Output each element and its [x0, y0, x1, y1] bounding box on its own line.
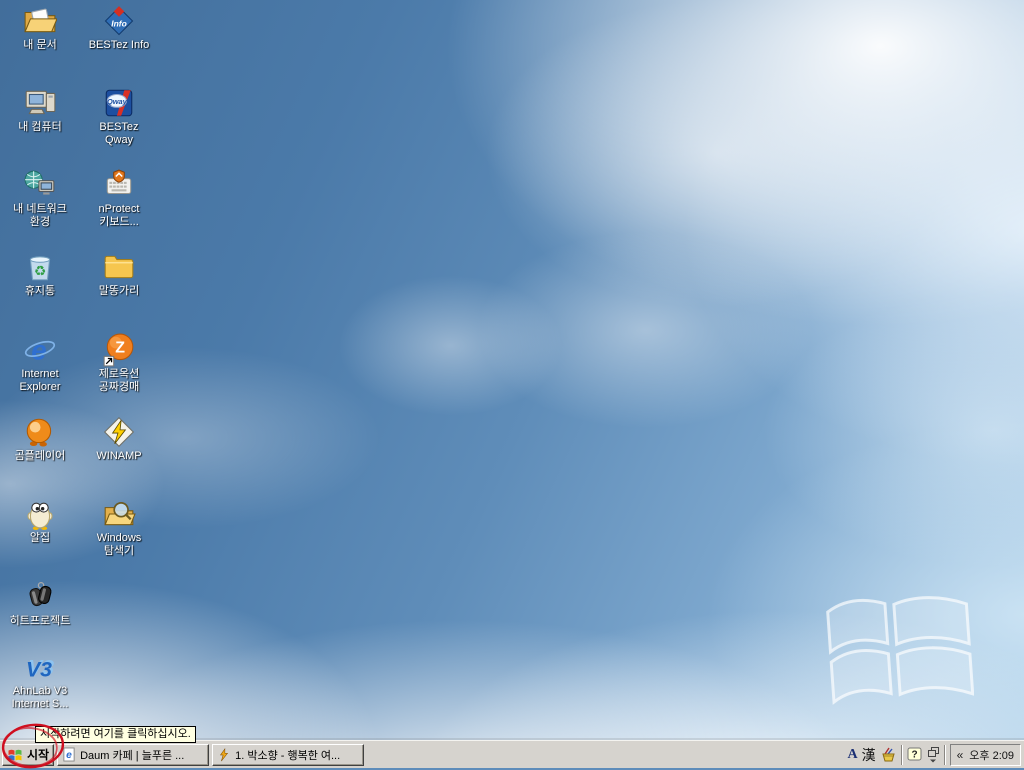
desktop-icon-label: Internet Explorer — [19, 368, 61, 393]
folder-icon — [102, 250, 136, 284]
desktop-icon-windows-explorer[interactable]: Windows 탐색기 — [81, 497, 157, 558]
desktop-icon-recycle-bin[interactable]: ♻ 휴지통 — [2, 250, 78, 298]
desktop-icon-label: nProtect 키보드... — [98, 203, 140, 228]
desktop-icon-my-computer[interactable]: 내 컴퓨터 — [2, 86, 78, 134]
desktop-icon-my-documents[interactable]: 내 문서 — [2, 4, 78, 52]
desktop-icon-gom-player[interactable]: 곰플레이어 — [2, 415, 78, 463]
hit-project-icon — [23, 580, 57, 614]
svg-text:Qway: Qway — [107, 97, 128, 106]
system-tray: A 漢 ? « 오후 2:09 — [847, 743, 1022, 767]
taskbar-button-label: 1. 박소향 - 행복한 여... — [235, 749, 341, 762]
desktop-icon-label: AhnLab V3 Internet S... — [11, 685, 69, 710]
desktop-icon-label: 말똥가리 — [98, 285, 140, 297]
recycle-bin-icon: ♻ — [23, 250, 57, 284]
desktop-icon-ahnlab-v3[interactable]: V3 V3 AhnLab V3 Internet S... — [2, 650, 78, 711]
winamp-icon — [102, 415, 136, 449]
bestez-info-icon: Info — [102, 4, 136, 38]
my-documents-icon — [23, 4, 57, 38]
desktop-icon-bestez-info[interactable]: Info BESTez Info — [81, 4, 157, 52]
svg-text:e: e — [66, 750, 72, 761]
bestez-qway-icon: Qway — [102, 86, 136, 120]
tray-divider — [943, 744, 946, 765]
svg-text:?: ? — [911, 750, 917, 761]
zero-auction-icon: Z — [102, 333, 136, 367]
desktop-icon-label: 내 네트워크 환경 — [13, 203, 67, 228]
taskbar-button-daum-cafe[interactable]: e Daum 카페 | 늘푸른 ... — [57, 743, 210, 766]
svg-text:Info: Info — [111, 18, 127, 28]
desktop-icon-label: 히트프로젝트 — [9, 615, 71, 627]
desktop-icon-label: 휴지통 — [24, 285, 56, 297]
my-network-icon — [23, 168, 57, 202]
desktop-icon-label: 제로옥션 공짜경매 — [98, 368, 140, 393]
tray-clock-area: « 오후 2:09 — [949, 743, 1021, 766]
taskbar-button-label: Daum 카페 | 늘푸른 ... — [80, 749, 185, 762]
clock[interactable]: 오후 2:09 — [969, 747, 1014, 763]
desktop-icon-internet-explorer[interactable]: e Internet Explorer — [2, 333, 78, 394]
desktop-icon-label: BESTez Qway — [99, 121, 139, 146]
nprotect-keyboard-icon — [102, 168, 136, 202]
winamp-small-icon — [220, 747, 229, 761]
internet-explorer-icon: e — [23, 333, 57, 367]
svg-text:♻: ♻ — [34, 263, 46, 279]
svg-text:e: e — [31, 335, 46, 366]
desktop-icon-zero-auction[interactable]: Z 제로옥션 공짜경매 — [81, 333, 157, 394]
svg-text:V3: V3 — [26, 658, 52, 682]
ahnlab-v3-icon: V3 V3 — [23, 650, 57, 684]
desktop-icon-my-network[interactable]: 내 네트워크 환경 — [2, 168, 78, 229]
taskbar-button-winamp-track[interactable]: 1. 박소향 - 행복한 여... — [212, 743, 365, 766]
desktop-icon-label: 내 문서 — [23, 39, 57, 51]
desktop-icon-label: 알집 — [29, 532, 51, 544]
svg-text:Z: Z — [115, 340, 125, 357]
alzip-icon — [23, 497, 57, 531]
desktop-icon-label: 곰플레이어 — [14, 450, 66, 462]
restore-toolbar-icon[interactable] — [927, 746, 940, 763]
ime-pad-icon[interactable] — [880, 746, 897, 763]
desktop-icon-nprotect-keyboard[interactable]: nProtect 키보드... — [81, 168, 157, 229]
hide-inactive-icons-chevron[interactable]: « — [957, 745, 964, 765]
windows-flag-icon — [8, 749, 22, 761]
desktop-icon-winamp[interactable]: WINAMP — [81, 415, 157, 463]
desktop-icon-label: 내 컴퓨터 — [18, 121, 62, 133]
my-computer-icon — [23, 86, 57, 120]
desktop-icon-label: Windows 탐색기 — [96, 532, 142, 557]
windows-explorer-icon — [102, 497, 136, 531]
internet-explorer-small-icon: e — [63, 747, 75, 762]
ime-hanja-indicator[interactable]: 漢 — [862, 745, 876, 765]
help-icon[interactable]: ? — [907, 747, 923, 762]
desktop-icon-hit-project[interactable]: 히트프로젝트 — [2, 580, 78, 628]
gom-player-icon — [23, 415, 57, 449]
start-button[interactable]: 시작 — [2, 743, 55, 766]
start-tooltip: 시작하려면 여기를 클릭하십시오. — [35, 726, 196, 743]
start-button-label: 시작 — [27, 748, 50, 762]
desktop-icon-alzip[interactable]: 알집 — [2, 497, 78, 545]
ime-english-indicator[interactable]: A — [847, 747, 857, 763]
desktop-icon-label: BESTez Info — [88, 39, 150, 51]
desktop-icon-label: WINAMP — [96, 450, 142, 462]
windows-flag-watermark-icon — [826, 596, 974, 705]
desktop-icon-folder-malddonggari[interactable]: 말똥가리 — [81, 250, 157, 298]
desktop-icon-bestez-qway[interactable]: Qway BESTez Qway — [81, 86, 157, 147]
taskbar: 시작 e Daum 카페 | 늘푸른 ... 1. 박소향 - 행복한 여...… — [0, 740, 1024, 768]
tray-divider — [900, 744, 903, 765]
